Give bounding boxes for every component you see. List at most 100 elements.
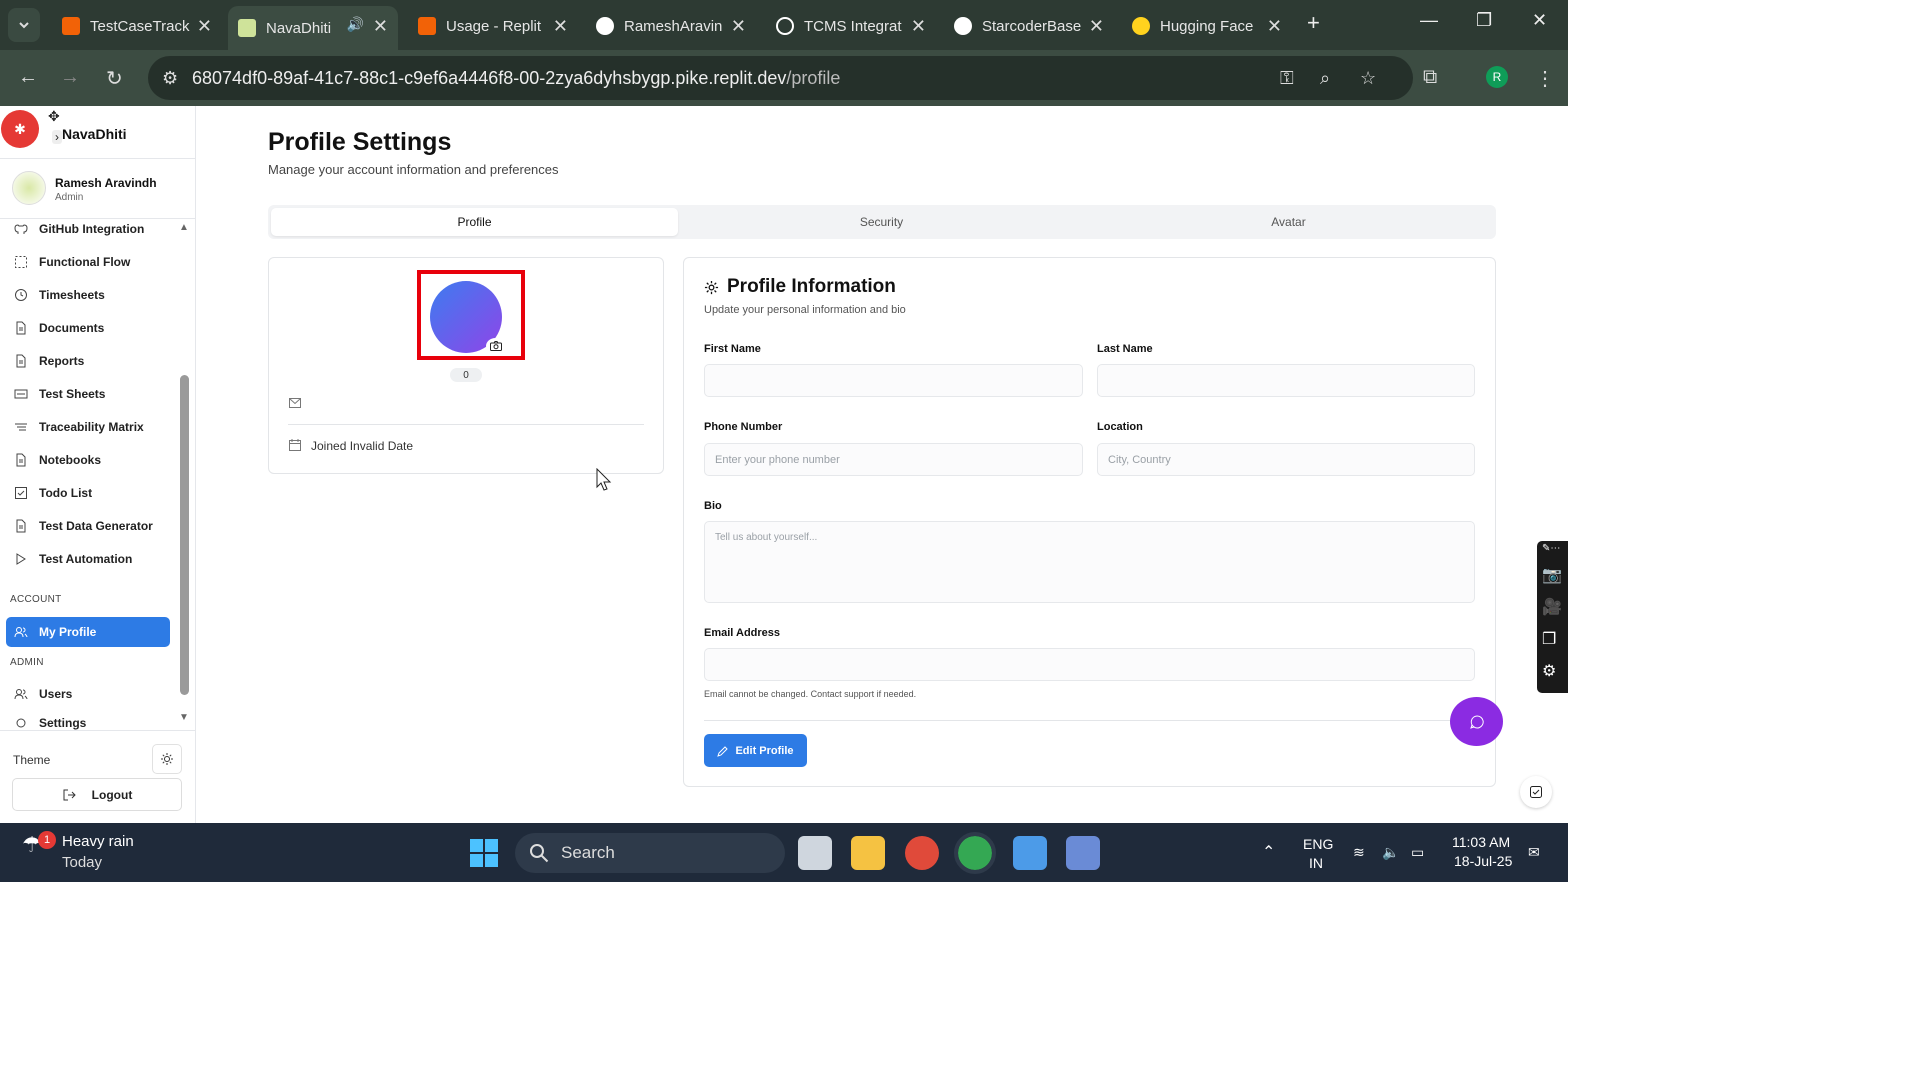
openai-icon (776, 17, 794, 35)
sidebar-item-label: Notebooks (39, 453, 102, 467)
reload-icon[interactable]: ↻ (106, 66, 123, 91)
sidebar-item-my-profile[interactable]: My Profile (6, 617, 170, 647)
chrome-icon[interactable] (905, 836, 939, 870)
close-icon[interactable]: ✕ (1089, 16, 1104, 37)
close-icon[interactable]: ✕ (911, 16, 926, 37)
address-bar[interactable]: ⚙ 68074df0-89af-41c7-88c1-c9ef6a4446f8-0… (148, 56, 1413, 100)
sidebar-item-test-data[interactable]: Test Data Generator (6, 512, 170, 540)
expand-icon[interactable]: › (52, 130, 62, 144)
theme-toggle[interactable] (152, 744, 182, 774)
browser-tab[interactable]: Usage - Replit ✕ (408, 6, 578, 46)
chat-button[interactable] (1450, 697, 1503, 746)
gear-icon[interactable]: ⚙ (1542, 661, 1556, 681)
minimize-icon[interactable]: — (1420, 10, 1438, 31)
tab-avatar[interactable]: Avatar (1085, 208, 1492, 236)
browser-tab[interactable]: Hugging Face ✕ (1122, 6, 1292, 46)
battery-icon[interactable]: ▭ (1411, 844, 1424, 861)
sidebar-item-github[interactable]: GitHub Integration (6, 215, 170, 243)
close-icon[interactable]: ✕ (1267, 16, 1282, 37)
sidebar-item-test-automation[interactable]: Test Automation (6, 545, 170, 573)
forward-icon[interactable]: → (60, 66, 80, 89)
browser-tab-active[interactable]: NavaDhiti 🔊 ✕ (228, 6, 398, 50)
sun-icon (161, 753, 173, 765)
first-name-field[interactable] (704, 364, 1083, 397)
sidebar-item-notebooks[interactable]: Notebooks (6, 446, 170, 474)
sidebar-item-traceability[interactable]: Traceability Matrix (6, 413, 170, 441)
taskbar-search[interactable]: Search (515, 833, 785, 873)
close-icon[interactable]: ✕ (731, 16, 746, 37)
sidebar-item-functional-flow[interactable]: Functional Flow (6, 248, 170, 276)
user-avatar (12, 171, 46, 205)
tab-profile[interactable]: Profile (271, 208, 678, 236)
sidebar-item-reports[interactable]: Reports (6, 347, 170, 375)
sidebar-item-timesheets[interactable]: Timesheets (6, 281, 170, 309)
chrome-active-icon[interactable] (954, 832, 996, 874)
edit-profile-button[interactable]: Edit Profile (704, 734, 807, 767)
back-icon[interactable]: ← (18, 66, 38, 89)
notifications-icon[interactable]: ✉ (1528, 844, 1540, 861)
profile-avatar[interactable]: R (1486, 66, 1508, 88)
sidebar-scrollbar[interactable] (180, 375, 189, 695)
clock-date[interactable]: 18-Jul-25 (1454, 853, 1512, 869)
browser-toolbar: ← → ↻ ⚙ 68074df0-89af-41c7-88c1-c9ef6a44… (0, 50, 1568, 106)
file-explorer-icon[interactable] (851, 836, 885, 870)
email-field[interactable] (704, 648, 1475, 681)
tab-search-button[interactable] (8, 8, 40, 42)
task-view-icon[interactable] (798, 836, 832, 870)
key-icon[interactable]: ⚿ (1280, 68, 1294, 89)
zoom-icon[interactable]: ⌕ (1320, 68, 1330, 89)
sidebar: NavaDhiti Ramesh Aravindh Admin GitHub I… (0, 106, 196, 823)
close-icon[interactable]: ✕ (197, 16, 212, 37)
close-icon[interactable]: ✕ (553, 16, 568, 37)
wifi-icon[interactable]: ≋ (1353, 844, 1365, 861)
scroll-down-icon[interactable]: ▼ (179, 712, 189, 723)
notepad-icon[interactable] (1013, 836, 1047, 870)
logout-button[interactable]: Logout (12, 778, 182, 811)
clock-time[interactable]: 11:03 AM (1452, 834, 1510, 850)
url-text[interactable]: 68074df0-89af-41c7-88c1-c9ef6a4446f8-00-… (192, 68, 840, 89)
video-icon[interactable]: 🎥 (1542, 597, 1562, 617)
volume-icon[interactable]: 🔈 (1382, 844, 1399, 861)
new-tab-icon[interactable]: + (1307, 10, 1320, 36)
page-title: Profile Settings (268, 128, 452, 156)
bio-field[interactable]: Tell us about yourself... (704, 521, 1475, 603)
phone-field[interactable]: Enter your phone number (704, 443, 1083, 476)
chevron-up-icon[interactable]: ⌃ (1262, 842, 1275, 862)
browser-tab[interactable]: RameshAravin ✕ (586, 6, 756, 46)
windows-icon[interactable]: ❐ (1542, 629, 1556, 649)
move-icon[interactable]: ✥ (48, 108, 60, 125)
sidebar-item-todo[interactable]: Todo List (6, 479, 170, 507)
last-name-field[interactable] (1097, 364, 1475, 397)
restore-icon[interactable]: ❐ (1476, 10, 1492, 31)
browser-tab[interactable]: TCMS Integrat ✕ (766, 6, 936, 46)
language-label[interactable]: ENG (1303, 836, 1333, 852)
close-window-icon[interactable]: ✕ (1532, 10, 1547, 31)
close-icon[interactable]: ✕ (373, 16, 388, 37)
menu-icon[interactable]: ⋮ (1535, 66, 1555, 91)
app-icon[interactable] (1066, 836, 1100, 870)
site-info-icon[interactable]: ⚙ (162, 68, 178, 89)
browser-tab[interactable]: StarcoderBase ✕ (944, 6, 1114, 46)
tasks-button[interactable] (1520, 776, 1552, 808)
tab-security[interactable]: Security (678, 208, 1085, 236)
sidebar-item-test-sheets[interactable]: Test Sheets (6, 380, 170, 408)
windows-start-icon[interactable] (469, 838, 499, 868)
more-icon[interactable]: ✎⋯ (1542, 543, 1560, 554)
matrix-icon (15, 423, 27, 431)
weather-title[interactable]: Heavy rain (62, 833, 134, 850)
sidebar-item-documents[interactable]: Documents (6, 314, 170, 342)
profile-info-title: Profile Information (727, 276, 896, 297)
scroll-up-icon[interactable]: ▲ (179, 222, 189, 233)
browser-tab[interactable]: TestCaseTrack ✕ (52, 6, 222, 46)
bug-report-button[interactable]: ✱ (1, 110, 39, 148)
camera-icon[interactable] (486, 338, 505, 354)
last-name-label: Last Name (1097, 343, 1153, 355)
location-field[interactable]: City, Country (1097, 443, 1475, 476)
user-card: Ramesh Aravindh Admin (0, 159, 196, 219)
star-icon[interactable]: ☆ (1360, 68, 1376, 89)
speaker-icon[interactable]: 🔊 (347, 16, 364, 33)
sidebar-item-users[interactable]: Users (6, 680, 170, 708)
extensions-icon[interactable]: ⧉ (1423, 66, 1437, 89)
camera-icon[interactable]: 📷 (1542, 565, 1562, 585)
sidebar-item-settings[interactable]: Settings (6, 716, 170, 730)
